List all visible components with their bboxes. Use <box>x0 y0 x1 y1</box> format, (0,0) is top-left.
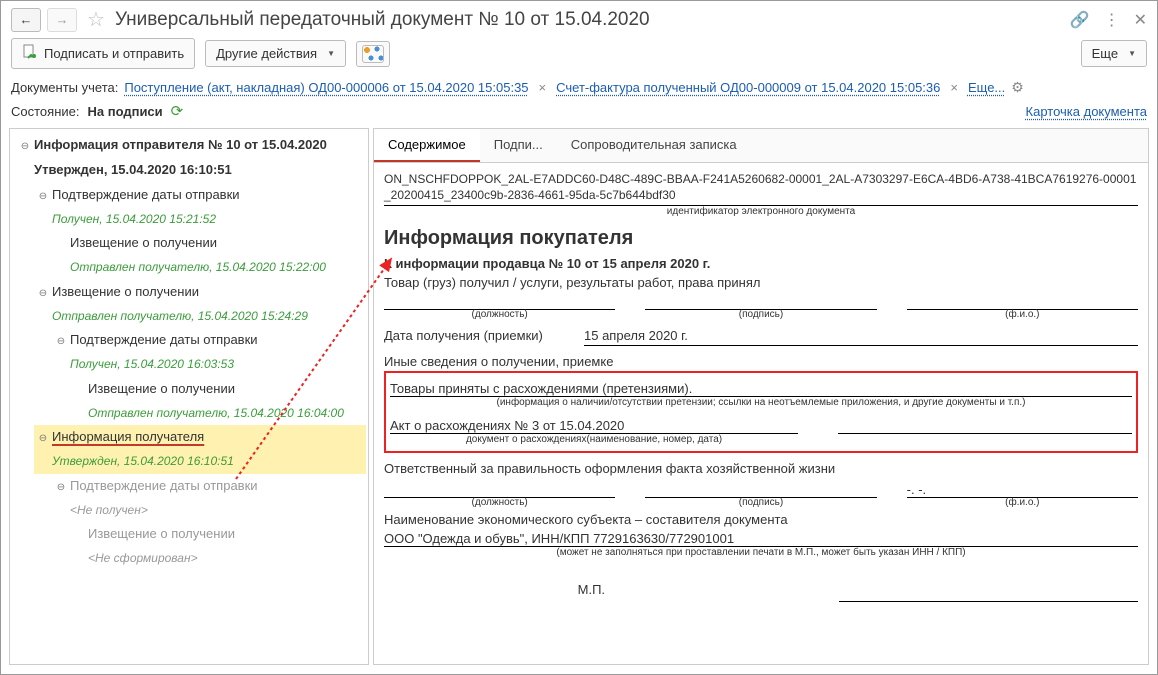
doc-link-2[interactable]: Счет-фактура полученный ОД00-000009 от 1… <box>556 80 940 95</box>
date-value: 15 апреля 2020 г. <box>584 328 1138 346</box>
discrepancy-extra <box>838 418 1132 434</box>
tree-node-7-status: <Не получен> <box>70 503 362 519</box>
other-info-label: Иные сведения о получении, приемке <box>384 354 1138 369</box>
kebab-icon[interactable]: ⋮ <box>1104 10 1120 30</box>
tree-node-2[interactable]: Извещение о получении <box>52 231 366 256</box>
doc-link-1-remove[interactable]: × <box>535 80 551 95</box>
nav-back-button[interactable]: ← <box>11 8 41 32</box>
resp-position: (должность) <box>384 482 615 498</box>
doc-received-line: Товар (груз) получил / услуги, результат… <box>384 275 1138 290</box>
responsible-label: Ответственный за правильность оформления… <box>384 461 1138 476</box>
card-link[interactable]: Карточка документа <box>1026 104 1147 119</box>
tree-node-2-status: Отправлен получателю, 15.04.2020 15:22:0… <box>70 260 362 276</box>
doc-id-caption: идентификатор электронного документа <box>384 206 1138 217</box>
stamp-line <box>839 586 1138 602</box>
tab-content[interactable]: Содержимое <box>374 129 480 162</box>
other-actions-button[interactable]: Другие действия <box>205 40 346 67</box>
docs-gear-icon[interactable]: ⚙ <box>1011 79 1024 96</box>
more-label: Еще <box>1092 46 1118 61</box>
stamp-placeholder: М.П. <box>384 582 799 597</box>
link-icon[interactable]: 🔗 <box>1070 10 1090 30</box>
status-value: На подписи <box>87 104 162 119</box>
tab-signatures[interactable]: Подпи... <box>480 129 557 162</box>
more-button[interactable]: Еще <box>1081 40 1147 67</box>
sig-name: (ф.и.о.) <box>907 296 1138 310</box>
doc-id: ON_NSCHFDOPPOK_2AL-E7ADDC60-D48C-489C-BB… <box>384 171 1138 206</box>
discrepancy-doc: Акт о расхождениях № 3 от 15.04.2020 <box>390 418 798 434</box>
org-value: ООО "Одежда и обувь", ИНН/КПП 7729163630… <box>384 531 1138 547</box>
refresh-icon[interactable]: ⟳ <box>171 102 184 120</box>
doc-ref: К информации продавца № 10 от 15 апреля … <box>384 256 1138 271</box>
resp-name: -. -.(ф.и.о.) <box>907 482 1138 498</box>
tree-node-3-status: Отправлен получателю, 15.04.2020 15:24:2… <box>52 309 362 325</box>
sign-send-icon <box>22 44 38 63</box>
tree-node-3[interactable]: ⊖Извещение о получении <box>34 280 366 305</box>
other-actions-label: Другие действия <box>216 46 317 61</box>
doc-link-2-remove[interactable]: × <box>946 80 962 95</box>
tree-node-1-status: Получен, 15.04.2020 15:21:52 <box>52 212 362 228</box>
tree-node-buyer-info[interactable]: ⊖Информация получателя <box>34 425 366 450</box>
doc-link-1[interactable]: Поступление (акт, накладная) ОД00-000006… <box>124 80 528 95</box>
tree-node-4-status: Получен, 15.04.2020 16:03:53 <box>70 357 362 373</box>
resp-signature: (подпись) <box>645 482 876 498</box>
tree-node-5[interactable]: Извещение о получении <box>70 377 366 402</box>
sign-send-button[interactable]: Подписать и отправить <box>11 38 195 69</box>
tab-cover-note[interactable]: Сопроводительная записка <box>557 129 751 162</box>
close-icon[interactable]: ✕ <box>1134 10 1147 30</box>
document-viewer: ON_NSCHFDOPPOK_2AL-E7ADDC60-D48C-489C-BB… <box>374 163 1148 664</box>
discrepancy-doc-caption: документ о расхождениях(наименование, но… <box>390 434 798 445</box>
doc-title: Информация покупателя <box>384 227 1138 250</box>
page-title: Универсальный передаточный документ № 10… <box>115 9 1064 31</box>
sig-position: (должность) <box>384 296 615 310</box>
tree-node-8-status: <Не сформирован> <box>88 551 362 567</box>
tree-node-buyer-info-status: Утвержден, 15.04.2020 16:10:51 <box>52 454 362 470</box>
org-chart-icon <box>362 45 384 63</box>
discrepancy-caption: (информация о наличии/отсутствии претенз… <box>390 397 1132 408</box>
favorite-star-icon[interactable]: ☆ <box>83 7 109 32</box>
sign-send-label: Подписать и отправить <box>44 46 184 61</box>
tree-node-8[interactable]: Извещение о получении <box>70 522 366 547</box>
docs-label: Документы учета: <box>11 80 118 95</box>
tree-root[interactable]: ⊖Информация отправителя № 10 от 15.04.20… <box>16 133 366 158</box>
tree-node-7[interactable]: ⊖Подтверждение даты отправки <box>52 474 366 499</box>
tree-node-1[interactable]: ⊖Подтверждение даты отправки <box>34 183 366 208</box>
discrepancy-text: Товары приняты с расхождениями (претензи… <box>390 381 1132 397</box>
discrepancy-highlight: Товары приняты с расхождениями (претензи… <box>384 371 1138 453</box>
org-caption: (может не заполняться при проставлении п… <box>384 547 1138 558</box>
tree-node-5-status: Отправлен получателю, 15.04.2020 16:04:0… <box>88 406 362 422</box>
org-label: Наименование экономического субъекта – с… <box>384 512 1138 527</box>
events-tree[interactable]: ⊖Информация отправителя № 10 от 15.04.20… <box>9 128 369 665</box>
status-label: Состояние: <box>11 104 79 119</box>
doc-link-more[interactable]: Еще... <box>968 80 1005 95</box>
org-chart-button[interactable] <box>356 41 390 67</box>
nav-fwd-button[interactable]: → <box>47 8 77 32</box>
date-label: Дата получения (приемки) <box>384 328 564 346</box>
tree-root-status: Утвержден, 15.04.2020 16:10:51 <box>16 158 366 183</box>
sig-signature: (подпись) <box>645 296 876 310</box>
tree-node-4[interactable]: ⊖Подтверждение даты отправки <box>52 328 366 353</box>
